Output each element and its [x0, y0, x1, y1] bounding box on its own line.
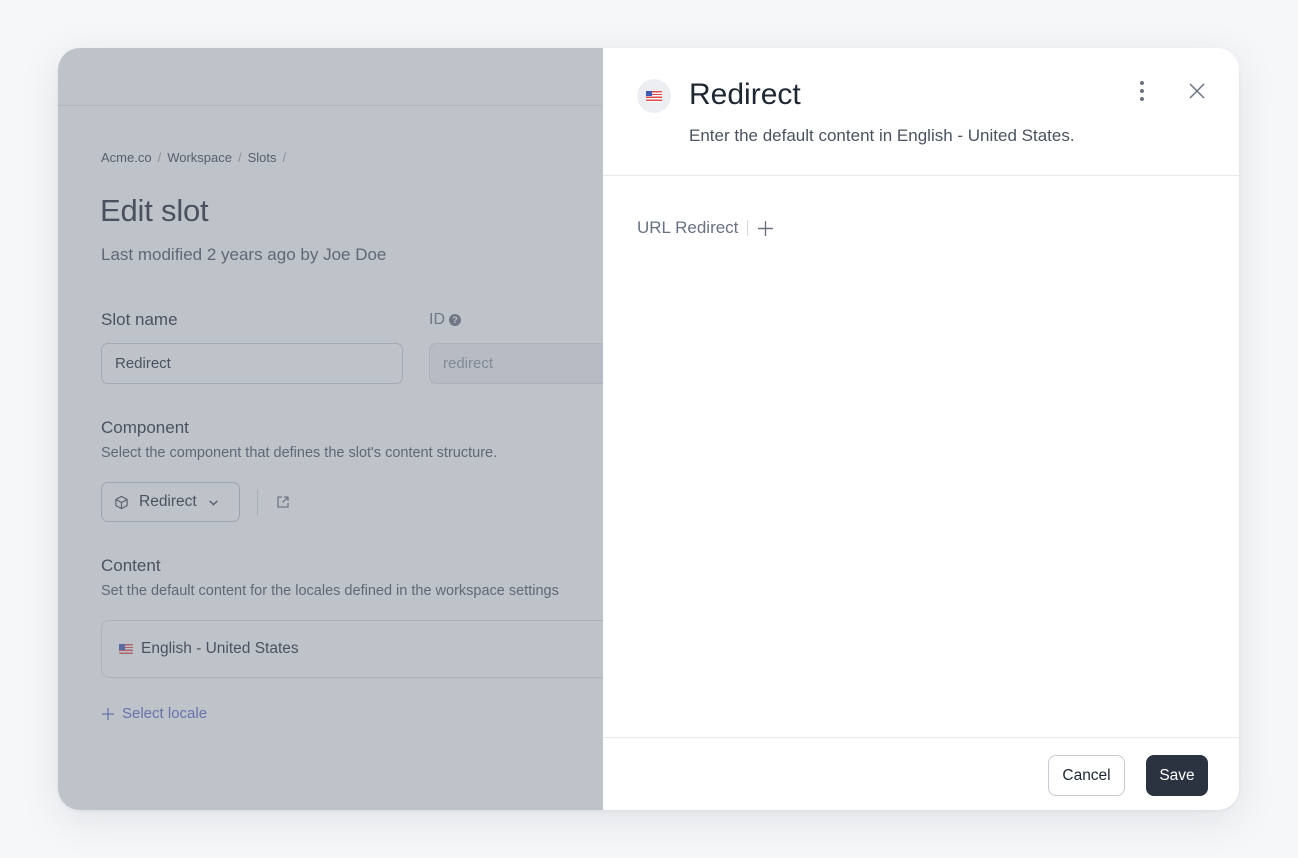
cancel-button[interactable]: Cancel [1048, 755, 1125, 796]
save-button[interactable]: Save [1146, 755, 1208, 796]
modal-overlay[interactable] [58, 48, 603, 810]
url-redirect-label: URL Redirect [637, 218, 739, 237]
content-drawer: Redirect Enter the default content in En… [603, 48, 1239, 810]
divider [747, 220, 749, 236]
app-window: Acme.co / Workspace / Slots / Edit slot … [58, 48, 1239, 810]
drawer-header: Redirect Enter the default content in En… [603, 48, 1239, 176]
us-flag-icon [646, 90, 662, 102]
drawer-subtitle: Enter the default content in English - U… [689, 126, 1075, 145]
drawer-footer: Cancel Save [603, 737, 1239, 810]
url-redirect-field: URL Redirect [637, 218, 774, 238]
plus-icon[interactable] [757, 220, 774, 237]
drawer-title: Redirect [689, 78, 801, 111]
locale-avatar [637, 79, 671, 113]
close-icon[interactable] [1186, 80, 1208, 102]
kebab-menu-icon[interactable] [1132, 78, 1152, 104]
